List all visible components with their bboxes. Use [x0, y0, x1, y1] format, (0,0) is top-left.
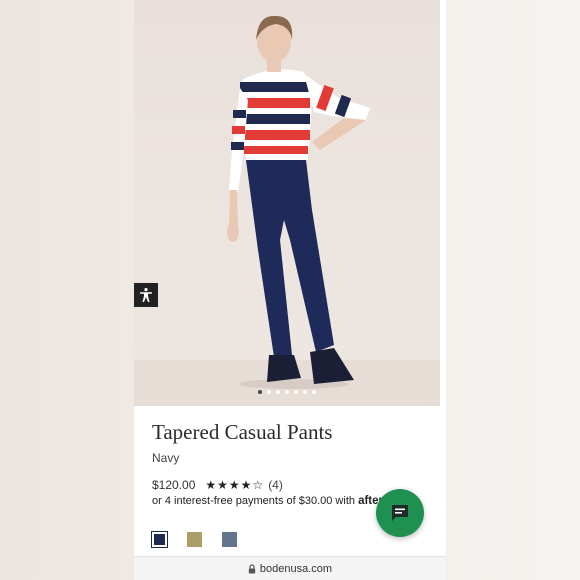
carousel-dots[interactable]	[134, 390, 440, 396]
installment-message: or 4 interest-free payments of $30.00 wi…	[152, 495, 403, 507]
product-price: $120.00	[152, 478, 196, 492]
browser-url-bar[interactable]: bodenusa.com	[134, 556, 446, 580]
price-rating-row: $120.00 ★★★★☆ (4)	[152, 478, 283, 492]
carousel-dot[interactable]	[303, 390, 307, 394]
model-figure	[227, 15, 370, 389]
rating-stars: ★★★★☆	[205, 478, 265, 492]
carousel-dot[interactable]	[294, 390, 298, 394]
carousel-dot[interactable]	[285, 390, 289, 394]
accessibility-icon	[140, 288, 152, 302]
url-text: bodenusa.com	[259, 563, 333, 575]
review-count: (4)	[268, 478, 283, 492]
background-left	[0, 0, 134, 580]
background-right	[446, 0, 580, 580]
rating[interactable]: ★★★★☆ (4)	[205, 478, 282, 492]
swatch-navy[interactable]	[151, 531, 168, 548]
carousel-dot[interactable]	[258, 390, 262, 394]
swatch-olive[interactable]	[187, 532, 202, 547]
chat-icon	[392, 505, 408, 521]
swatch-blue[interactable]	[222, 532, 237, 547]
chat-button[interactable]	[376, 489, 424, 537]
carousel-dot[interactable]	[312, 390, 316, 394]
color-swatches	[151, 531, 237, 548]
product-title: Tapered Casual Pants	[152, 420, 333, 444]
accessibility-button[interactable]	[134, 283, 158, 307]
selected-color-name: Navy	[152, 451, 180, 465]
carousel-dot[interactable]	[276, 390, 280, 394]
lock-icon	[248, 564, 256, 574]
installment-text: or 4 interest-free payments of $30.00 wi…	[152, 495, 355, 507]
product-image[interactable]	[134, 0, 440, 406]
carousel-dot[interactable]	[267, 390, 271, 394]
